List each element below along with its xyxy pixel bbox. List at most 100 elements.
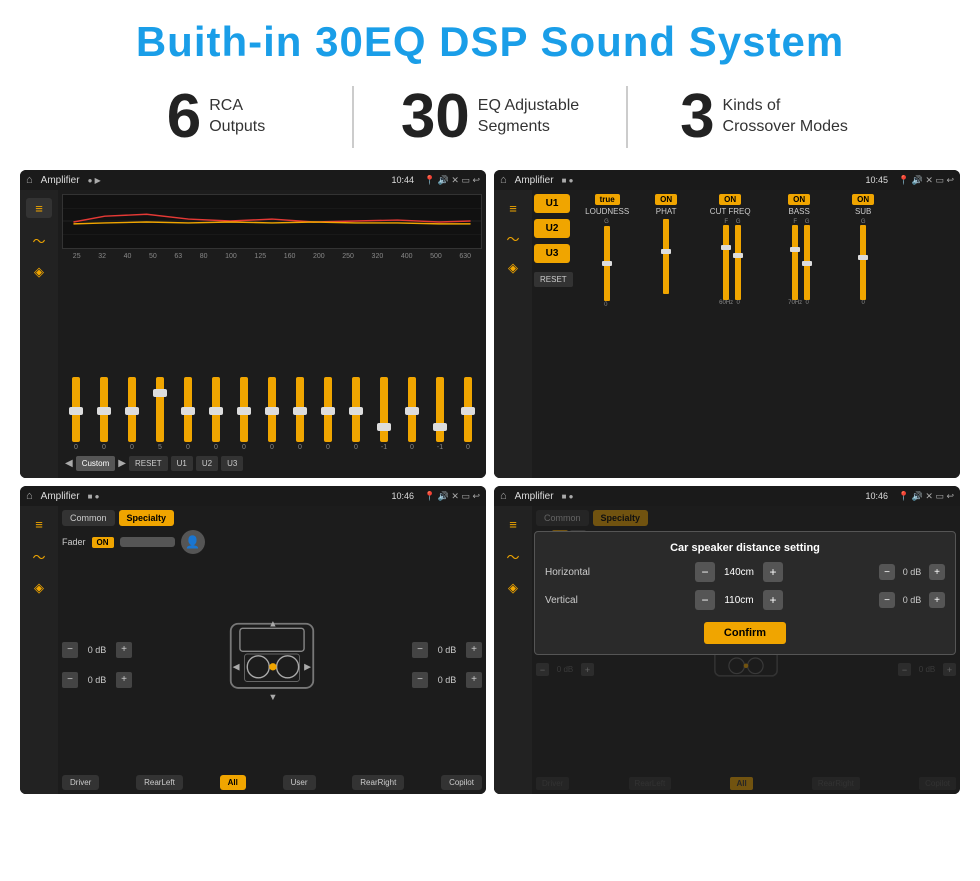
side-icons-1: ≡ 〜 ◈: [20, 190, 58, 478]
fader-wave-icon[interactable]: 〜: [26, 546, 52, 566]
vertical-plus[interactable]: +: [763, 590, 783, 610]
rearright-btn[interactable]: RearRight: [352, 775, 404, 790]
channel-phat: ON PHAT: [639, 194, 694, 294]
profile-icon[interactable]: 👤: [181, 530, 205, 554]
u1-button[interactable]: U1: [534, 194, 570, 213]
dist-eq-icon[interactable]: ≡: [500, 514, 526, 534]
fader-label: Fader: [62, 537, 86, 547]
channel-cutfreq: ON CUT FREQ F 60Hz G 0: [698, 194, 763, 306]
time-4: 10:46: [865, 491, 888, 501]
stat-number-rca: 6: [167, 86, 201, 148]
dist-tabs: Common Specialty: [536, 510, 956, 526]
all-btn[interactable]: All: [220, 775, 246, 790]
confirm-button[interactable]: Confirm: [704, 622, 786, 644]
u3-button-eq[interactable]: U3: [221, 456, 243, 471]
dist-wave-icon[interactable]: 〜: [500, 546, 526, 566]
driver-btn[interactable]: Driver: [62, 775, 99, 790]
play-button[interactable]: ▶: [118, 458, 126, 469]
home-icon-1: ⌂: [26, 174, 33, 186]
u1-button-eq[interactable]: U1: [171, 456, 193, 471]
status-bar-2: ⌂ Amplifier ■ ● 10:45 📍 🔊 ✕ ▭ ↩: [494, 170, 960, 190]
status-icons-3: 📍 🔊 ✕ ▭ ↩: [424, 491, 480, 502]
fader-slider-h[interactable]: [120, 537, 175, 547]
eq-icon[interactable]: ≡: [26, 198, 52, 218]
u3-button[interactable]: U3: [534, 244, 570, 263]
fader-on-badge: ON: [92, 537, 114, 548]
horiz-db-plus[interactable]: +: [929, 564, 945, 580]
screen1-content: ≡ 〜 ◈: [20, 190, 486, 478]
app-name-2: Amplifier: [515, 175, 554, 186]
stat-eq: 30 EQ Adjustable Segments: [354, 86, 628, 148]
stat-number-crossover: 3: [680, 86, 714, 148]
screen3-content: ≡ 〜 ◈ Common Specialty Fader ON 👤: [20, 506, 486, 794]
u2-button-eq[interactable]: U2: [196, 456, 218, 471]
home-icon-4: ⌂: [500, 490, 507, 502]
eq-bottom-bar: ◀ Custom ▶ RESET U1 U2 U3: [62, 453, 482, 474]
minus-btn-1[interactable]: −: [62, 672, 78, 688]
stat-label-eq: EQ Adjustable Segments: [478, 96, 579, 138]
stat-number-eq: 30: [401, 86, 470, 148]
dist-sidebar: ≡ 〜 ◈: [494, 506, 532, 794]
horizontal-minus[interactable]: −: [695, 562, 715, 582]
dots-2: ■ ●: [562, 176, 574, 185]
db-right-controls: − 0 dB + − 0 dB +: [412, 558, 482, 771]
horiz-db-minus[interactable]: −: [879, 564, 895, 580]
fader-body: − 0 dB + − 0 dB +: [62, 558, 482, 771]
time-2: 10:45: [865, 175, 888, 185]
page-header: Buith-in 30EQ DSP Sound System: [0, 0, 980, 76]
cross-eq-icon[interactable]: ≡: [500, 198, 526, 218]
minus-btn-2[interactable]: −: [412, 642, 428, 658]
db-val-1: 0 dB: [82, 675, 112, 685]
minus-btn-0[interactable]: −: [62, 642, 78, 658]
fader-eq-icon[interactable]: ≡: [26, 514, 52, 534]
svg-text:▲: ▲: [268, 618, 277, 628]
svg-text:◀: ◀: [233, 661, 240, 671]
screenshots-grid: ⌂ Amplifier ● ▶ 10:44 📍 🔊 ✕ ▭ ↩ ≡ 〜 ◈: [0, 162, 980, 802]
plus-btn-1[interactable]: +: [116, 672, 132, 688]
db-row-0: − 0 dB +: [62, 642, 132, 658]
eq-main: 25 32 40 50 63 80 100 125 160 200 250 32…: [58, 190, 486, 478]
fader-speaker-icon[interactable]: ◈: [26, 578, 52, 598]
reset-button-eq[interactable]: RESET: [129, 456, 168, 471]
plus-btn-2[interactable]: +: [466, 642, 482, 658]
db-row-1: − 0 dB +: [62, 672, 132, 688]
copilot-btn[interactable]: Copilot: [441, 775, 482, 790]
dots-3: ■ ●: [88, 492, 100, 501]
user-btn[interactable]: User: [283, 775, 316, 790]
app-name-3: Amplifier: [41, 491, 80, 502]
speaker-icon[interactable]: ◈: [26, 262, 52, 282]
page-title: Buith-in 30EQ DSP Sound System: [20, 18, 960, 66]
tab-specialty[interactable]: Specialty: [119, 510, 175, 526]
cross-speaker-icon[interactable]: ◈: [500, 258, 526, 278]
stat-rca: 6 RCA Outputs: [80, 86, 354, 148]
dist-speaker-icon[interactable]: ◈: [500, 578, 526, 598]
u2-button[interactable]: U2: [534, 219, 570, 238]
time-1: 10:44: [391, 175, 414, 185]
rearleft-btn[interactable]: RearLeft: [136, 775, 183, 790]
status-icons-2: 📍 🔊 ✕ ▭ ↩: [898, 175, 954, 186]
channels-area: true LOUDNESS G 0: [578, 190, 960, 478]
custom-button[interactable]: Custom: [76, 456, 116, 471]
plus-btn-0[interactable]: +: [116, 642, 132, 658]
horizontal-plus[interactable]: +: [763, 562, 783, 582]
fader-bottom-row: Driver RearLeft All User RearRight Copil…: [62, 775, 482, 790]
vertical-value: 110cm: [719, 595, 759, 606]
vert-db-plus[interactable]: +: [929, 592, 945, 608]
cross-wave-icon[interactable]: 〜: [500, 228, 526, 248]
prev-button[interactable]: ◀: [65, 458, 73, 469]
vertical-label: Vertical: [545, 595, 605, 606]
horizontal-control: − 140cm +: [695, 562, 783, 582]
dots-1: ● ▶: [88, 176, 101, 185]
plus-btn-3[interactable]: +: [466, 672, 482, 688]
tab-common[interactable]: Common: [62, 510, 115, 526]
dots-4: ■ ●: [562, 492, 574, 501]
home-icon-3: ⌂: [26, 490, 33, 502]
cross-layout: U1 U2 U3 RESET true LOUDNESS G: [532, 190, 960, 478]
screen4-content: ≡ 〜 ◈ Common Specialty ON: [494, 506, 960, 794]
fader-main: Common Specialty Fader ON 👤 − 0 dB: [58, 506, 486, 794]
minus-btn-3[interactable]: −: [412, 672, 428, 688]
vert-db-minus[interactable]: −: [879, 592, 895, 608]
vertical-minus[interactable]: −: [695, 590, 715, 610]
wave-icon[interactable]: 〜: [26, 230, 52, 250]
reset-cross[interactable]: RESET: [534, 272, 573, 287]
